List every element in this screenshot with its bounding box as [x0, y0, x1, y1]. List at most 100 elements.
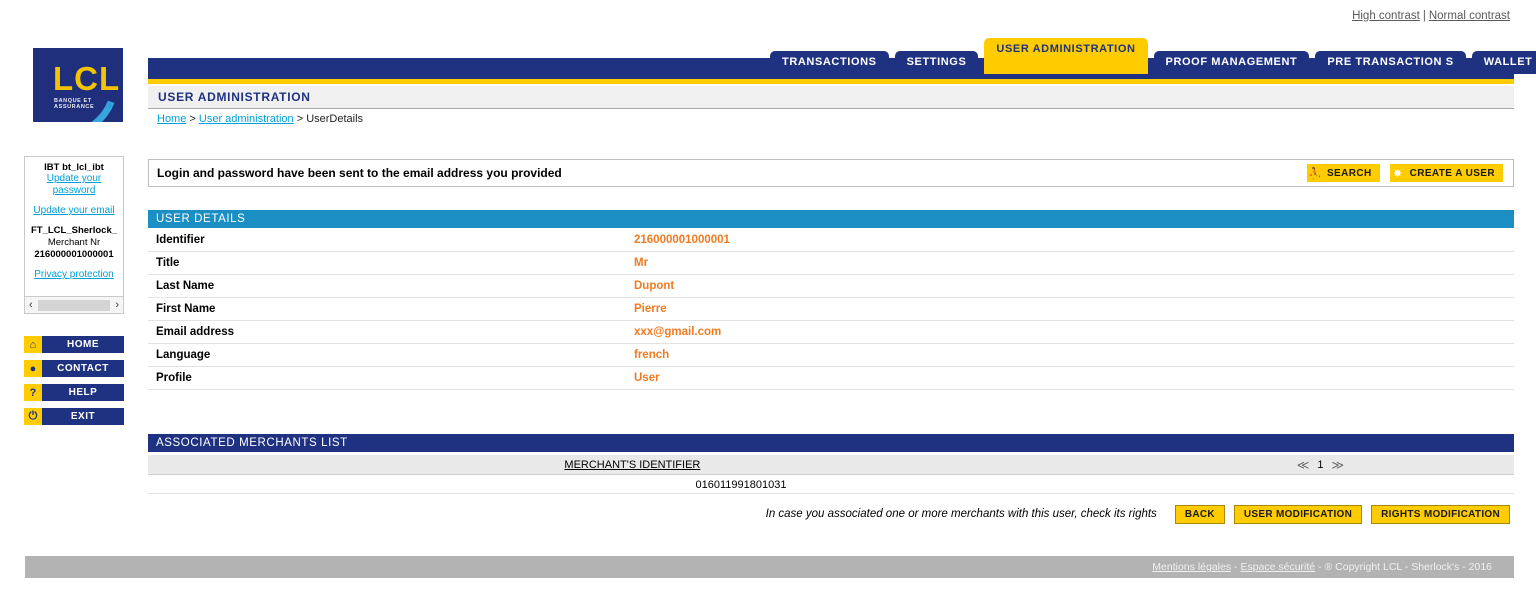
- breadcrumb: Home > User administration > UserDetails: [157, 113, 363, 125]
- update-email-link[interactable]: Update your email: [25, 205, 123, 217]
- page-title: USER ADMINISTRATION: [158, 90, 311, 104]
- table-row: Last Name Dupont: [148, 275, 1514, 298]
- breadcrumb-sep-2: >: [293, 113, 307, 125]
- update-password-link-line1[interactable]: Update your: [25, 173, 123, 185]
- power-icon: ⏻: [24, 408, 42, 425]
- privacy-protection-link[interactable]: Privacy protection: [25, 269, 123, 281]
- logo-tagline: BANQUE ET ASSURANCE: [54, 98, 95, 110]
- sidebar-item-exit[interactable]: ⏻ EXIT: [24, 408, 124, 425]
- tab-proof-management[interactable]: PROOF MANAGEMENT: [1153, 51, 1310, 74]
- detail-value-identifier: 216000001000001: [634, 234, 730, 246]
- user-details-table: Identifier 216000001000001 Title Mr Last…: [148, 229, 1514, 390]
- page-footer: Mentions légales - Espace sécurité - ® C…: [25, 556, 1514, 578]
- sidebar-username: IBT bt_lcl_ibt: [44, 162, 104, 173]
- detail-value-first-name: Pierre: [634, 303, 667, 315]
- person-walking-icon: ⛹: [1308, 167, 1322, 180]
- table-row: Email address xxx@gmail.com: [148, 321, 1514, 344]
- sidebar-item-home[interactable]: ⌂ HOME: [24, 336, 124, 353]
- tab-transactions[interactable]: TRANSACTIONS: [770, 51, 889, 74]
- sidebar-horizontal-scrollbar[interactable]: ‹ ›: [25, 296, 123, 313]
- detail-value-email: xxx@gmail.com: [634, 326, 722, 338]
- create-a-user-button[interactable]: ✸ CREATE A USER: [1389, 164, 1503, 182]
- table-row: Identifier 216000001000001: [148, 229, 1514, 252]
- create-a-user-button-label: CREATE A USER: [1409, 167, 1495, 179]
- app-page: High contrast | Normal contrast LCL BANQUE…: [0, 0, 1536, 605]
- sidebar-item-contact-label: CONTACT: [42, 360, 124, 377]
- update-password-link-line2[interactable]: password: [25, 185, 123, 197]
- table-row: Title Mr: [148, 252, 1514, 275]
- sidebar-nav: ⌂ HOME ● CONTACT ? HELP ⏻ EXIT: [24, 336, 124, 432]
- detail-label-email: Email address: [156, 326, 234, 338]
- detail-label-first-name: First Name: [156, 303, 216, 315]
- pager-first-icon[interactable]: ≪: [1297, 458, 1310, 472]
- pager-last-icon[interactable]: ≫: [1331, 458, 1344, 472]
- main-tabs: TRANSACTIONS SETTINGS USER ADMINISTRATIO…: [770, 38, 1536, 74]
- contrast-separator: |: [1422, 10, 1426, 22]
- detail-value-language: french: [634, 349, 670, 361]
- sidebar-merchant-nr-label: Merchant Nr: [47, 237, 101, 248]
- rights-modification-button[interactable]: RIGHTS MODIFICATION: [1371, 504, 1510, 524]
- footer-security-link[interactable]: Espace sécurité: [1240, 561, 1315, 573]
- user-details-section-header: USER DETAILS: [148, 210, 1514, 228]
- table-row: Language french: [148, 344, 1514, 367]
- breadcrumb-home[interactable]: Home: [157, 113, 186, 125]
- table-row: First Name Pierre: [148, 298, 1514, 321]
- footer-copyright: - ® Copyright LCL - Sherlock's - 2016: [1315, 561, 1492, 573]
- merchants-table-header: MERCHANT'S IDENTIFIER ≪ 1 ≫: [148, 455, 1514, 475]
- table-row: Profile User: [148, 367, 1514, 390]
- lcl-logo[interactable]: LCL BANQUE ET ASSURANCE: [33, 48, 123, 122]
- sidebar-merchant-name: FT_LCL_Sherlock_: [30, 225, 118, 236]
- breadcrumb-user-administration[interactable]: User administration: [199, 113, 294, 125]
- tab-user-administration[interactable]: USER ADMINISTRATION: [984, 38, 1148, 74]
- detail-label-language: Language: [156, 349, 211, 361]
- sidebar-item-help-label: HELP: [42, 384, 124, 401]
- search-button-label: SEARCH: [1326, 167, 1372, 179]
- detail-value-last-name: Dupont: [634, 280, 675, 292]
- pager-current-page[interactable]: 1: [1317, 459, 1323, 471]
- column-header-merchant-identifier[interactable]: MERCHANT'S IDENTIFIER: [0, 459, 1297, 471]
- status-message-bar: Login and password have been sent to the…: [148, 159, 1514, 187]
- contrast-bar: High contrast | Normal contrast: [1352, 10, 1510, 22]
- search-button[interactable]: ⛹ SEARCH: [1306, 164, 1380, 182]
- breadcrumb-sep-1: >: [186, 113, 199, 125]
- normal-contrast-link[interactable]: Normal contrast: [1429, 10, 1510, 22]
- sidebar-item-contact[interactable]: ● CONTACT: [24, 360, 124, 377]
- logo-wordmark: LCL: [53, 60, 121, 97]
- user-modification-button[interactable]: USER MODIFICATION: [1233, 504, 1363, 524]
- page-title-bar: USER ADMINISTRATION: [148, 86, 1514, 109]
- sidebar-item-help[interactable]: ? HELP: [24, 384, 124, 401]
- starburst-icon: ✸: [1393, 167, 1403, 180]
- scroll-right-arrow-icon[interactable]: ›: [111, 299, 123, 311]
- footer-legal-link[interactable]: Mentions légales: [1152, 561, 1231, 573]
- tab-wallet-management[interactable]: WALLET MANAGEMENT: [1471, 51, 1536, 74]
- sidebar-item-exit-label: EXIT: [42, 408, 124, 425]
- action-bar: In case you associated one or more merch…: [148, 503, 1514, 525]
- question-mark-icon: ?: [24, 384, 42, 401]
- detail-label-profile: Profile: [156, 372, 192, 384]
- action-hint-text: In case you associated one or more merch…: [765, 508, 1157, 520]
- tab-settings[interactable]: SETTINGS: [894, 51, 979, 74]
- high-contrast-link[interactable]: High contrast: [1352, 10, 1420, 22]
- detail-label-last-name: Last Name: [156, 280, 215, 292]
- scrollbar-thumb[interactable]: [37, 299, 111, 311]
- scroll-left-arrow-icon[interactable]: ‹: [25, 299, 37, 311]
- back-button[interactable]: BACK: [1174, 504, 1225, 524]
- footer-text: Mentions légales - Espace sécurité - ® C…: [1152, 561, 1514, 573]
- merchants-pager: ≪ 1 ≫: [1297, 458, 1514, 472]
- merchant-identifier-value: 016011991801031: [695, 478, 787, 491]
- detail-value-profile: User: [634, 372, 660, 384]
- sidebar-merchant-nr: 216000001000001: [34, 249, 114, 260]
- status-message-text: Login and password have been sent to the…: [157, 166, 562, 180]
- home-icon: ⌂: [24, 336, 42, 353]
- detail-label-title: Title: [156, 257, 180, 269]
- tab-pre-transactions[interactable]: PRE TRANSACTION S: [1315, 51, 1466, 74]
- breadcrumb-current: UserDetails: [306, 113, 364, 125]
- table-row[interactable]: 016011991801031: [148, 476, 1514, 494]
- detail-value-title: Mr: [634, 257, 649, 269]
- detail-label-identifier: Identifier: [156, 234, 205, 246]
- speech-bubble-icon: ●: [24, 360, 42, 377]
- associated-merchants-section-header: ASSOCIATED MERCHANTS LIST: [148, 434, 1514, 452]
